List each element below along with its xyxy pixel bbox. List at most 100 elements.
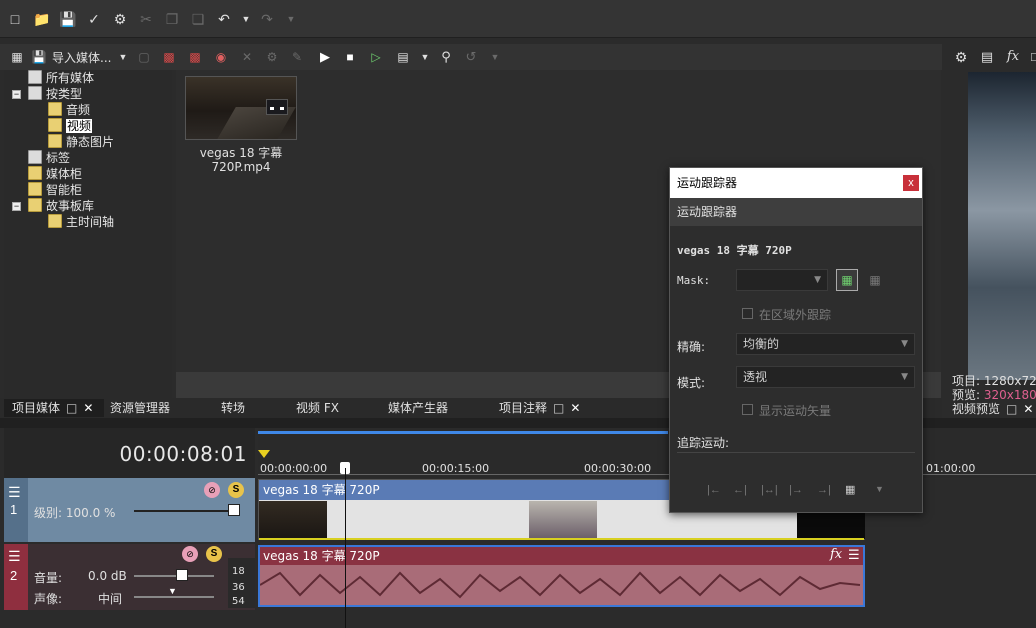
delete-icon[interactable]: ✕ [238, 48, 256, 66]
pan-slider[interactable] [134, 596, 214, 598]
loop-region-bar[interactable] [258, 431, 668, 434]
tab-media-generators[interactable]: 媒体产生器 [388, 399, 448, 417]
refresh-icon[interactable]: ↺ [462, 48, 480, 66]
track-both-icon[interactable]: |↔| [761, 484, 778, 496]
track-to-start-icon[interactable]: |← [707, 484, 721, 496]
lock-icon[interactable]: ▦ [845, 483, 855, 496]
tree-item-still-images[interactable]: 静态图片 [48, 134, 114, 150]
tab-explorer[interactable]: 资源管理器 [110, 399, 170, 417]
chevron-down-icon[interactable]: ▼ [875, 484, 884, 494]
mute-icon[interactable]: ⊘ [182, 546, 198, 562]
collapse-icon[interactable]: − [12, 202, 21, 211]
track-menu-icon[interactable]: ☰ [8, 484, 21, 501]
properties-icon[interactable]: ⚙ [263, 48, 281, 66]
track-menu-icon[interactable]: ☰ [8, 548, 21, 565]
copy-icon[interactable]: ❐ [163, 10, 181, 28]
stop-icon[interactable]: ■ [341, 48, 359, 66]
render-icon[interactable]: ✓ [85, 10, 103, 28]
views-icon[interactable]: ▤ [394, 48, 412, 66]
track-forward-icon[interactable]: |→ [789, 484, 803, 496]
tab-project-notes[interactable]: 项目注释 □ ✕ [499, 399, 580, 417]
volume-slider[interactable] [134, 575, 214, 577]
gear-icon[interactable]: ⚙ [111, 10, 129, 28]
tree-item-audio[interactable]: 音频 [48, 102, 90, 118]
precision-select[interactable]: 均衡的 ▼ [736, 333, 915, 355]
play-icon[interactable]: ▶ [316, 48, 334, 66]
track-backward-icon[interactable]: ←| [733, 484, 747, 496]
open-icon[interactable]: 📁 [33, 10, 51, 28]
maximize-icon[interactable]: □ [553, 401, 564, 415]
event-menu-icon[interactable]: ☰ [848, 547, 860, 563]
media-fx-icon[interactable]: ◉ [212, 48, 230, 66]
maximize-icon[interactable]: □ [1006, 402, 1017, 416]
preview-device-icon[interactable]: ▤ [978, 48, 996, 66]
fx-edit-icon[interactable]: ✎ [288, 48, 306, 66]
mask-select[interactable]: ▼ [736, 269, 828, 291]
remove-mask-icon[interactable]: ▦ [866, 271, 884, 289]
tab-transitions[interactable]: 转场 [221, 399, 245, 417]
redo-dropdown-icon[interactable]: ▼ [282, 10, 300, 28]
pan-label: 声像: [34, 592, 63, 606]
media-view-icon[interactable]: ▦ [8, 48, 26, 66]
timecode-display[interactable]: 00:00:08:01 [119, 442, 247, 466]
get-media-icon[interactable]: ▩ [160, 48, 178, 66]
maximize-icon[interactable]: □ [66, 401, 77, 415]
redo-icon[interactable]: ↷ [258, 10, 276, 28]
level-slider[interactable] [134, 510, 234, 512]
paste-icon[interactable]: ❏ [189, 10, 207, 28]
event-fx-icon[interactable]: fx [830, 547, 842, 562]
meter-label: 54 [232, 596, 245, 607]
import-dropdown-icon[interactable]: ▼ [114, 48, 132, 66]
import-media-icon[interactable]: 💾 [30, 48, 48, 66]
preview-frame [968, 72, 1036, 380]
cut-icon[interactable]: ✂ [137, 10, 155, 28]
remove-unused-icon[interactable]: ▩ [186, 48, 204, 66]
volume-slider-handle[interactable] [176, 569, 188, 581]
tree-item-all-media[interactable]: 所有媒体 [28, 70, 94, 86]
event-edge [259, 538, 864, 540]
tree-item-media-bins[interactable]: 媒体柜 [28, 166, 82, 182]
tree-item-storyboard[interactable]: 故事板库 [28, 198, 94, 214]
solo-icon[interactable]: S [206, 546, 222, 562]
tab-video-preview[interactable]: 视频预览 □ ✕ [952, 400, 1033, 418]
video-fx-icon[interactable]: fx [1004, 48, 1022, 66]
tree-item-video[interactable]: 视频 [48, 118, 93, 134]
video-preview-panel: ⚙ ▤ fx □ 项目: 1280x720 预览: 320x180x 视频预览□… [946, 44, 1036, 418]
mode-select[interactable]: 透视 ▼ [736, 366, 915, 388]
search-icon[interactable]: ⚲ [437, 48, 455, 66]
mute-icon[interactable]: ⊘ [204, 482, 220, 498]
tree-item-tags[interactable]: 标签 [28, 150, 70, 166]
capture-icon[interactable]: ▢ [135, 48, 153, 66]
level-slider-handle[interactable] [228, 504, 240, 516]
media-file-name[interactable]: vegas 18 字幕 720P.mp4 [185, 146, 297, 174]
auto-preview-icon[interactable]: ▷ [367, 48, 385, 66]
mask-label: Mask: [677, 274, 711, 287]
solo-icon[interactable]: S [228, 482, 244, 498]
close-icon[interactable]: ✕ [83, 401, 93, 415]
gear-icon[interactable]: ⚙ [952, 48, 970, 66]
close-icon[interactable]: ✕ [1023, 402, 1033, 416]
media-thumbnail[interactable] [185, 76, 297, 140]
split-screen-icon[interactable]: □ [1026, 48, 1036, 66]
tab-project-media[interactable]: 项目媒体 □ ✕ [4, 399, 104, 417]
audio-event[interactable]: vegas 18 字幕 720P fx ☰ [258, 545, 865, 607]
track-to-end-icon[interactable]: →| [817, 484, 831, 496]
import-media-button[interactable]: 导入媒体... [52, 49, 111, 66]
close-icon[interactable]: ✕ [570, 401, 580, 415]
refresh-dropdown-icon[interactable]: ▼ [486, 48, 504, 66]
save-icon[interactable]: 💾 [59, 10, 77, 28]
collapse-icon[interactable]: − [12, 90, 21, 99]
new-project-icon[interactable]: □ [6, 10, 24, 28]
add-mask-icon[interactable]: ▦ [836, 269, 858, 291]
tree-item-main-timeline[interactable]: 主时间轴 [48, 214, 114, 230]
undo-icon[interactable]: ↶ [215, 10, 233, 28]
tree-item-by-type[interactable]: 按类型 [28, 86, 82, 102]
show-vectors-checkbox[interactable] [742, 404, 753, 415]
outside-track-checkbox[interactable] [742, 308, 753, 319]
close-button[interactable]: x [903, 175, 919, 191]
tree-item-smart-bins[interactable]: 智能柜 [28, 182, 82, 198]
undo-dropdown-icon[interactable]: ▼ [237, 10, 255, 28]
tab-video-fx[interactable]: 视频 FX [296, 399, 339, 417]
pan-slider-handle[interactable]: ▼ [168, 586, 177, 596]
views-dropdown-icon[interactable]: ▼ [416, 48, 434, 66]
